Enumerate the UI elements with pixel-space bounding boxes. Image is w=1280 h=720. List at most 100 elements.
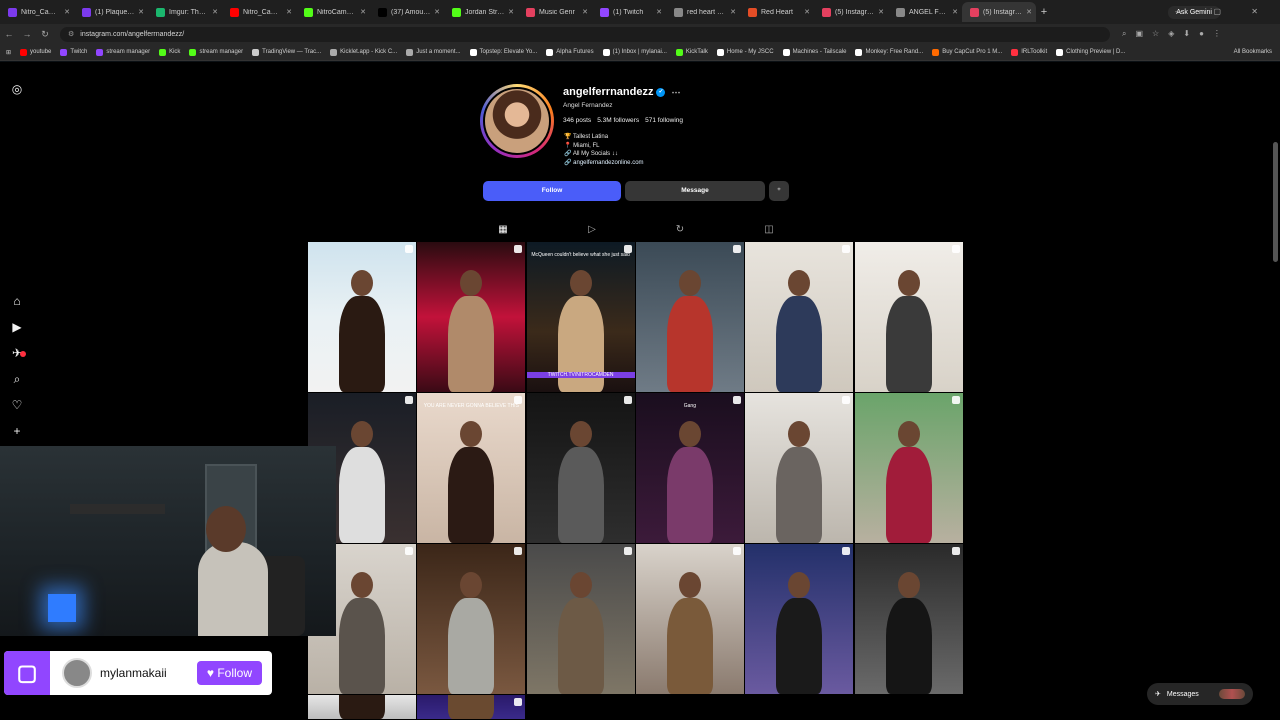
post-thumbnail[interactable] <box>745 393 854 543</box>
post-thumbnail[interactable] <box>635 242 744 392</box>
browser-tab[interactable]: Red Heart ✕ <box>740 2 814 22</box>
bookmark-item[interactable]: Kick <box>159 48 180 56</box>
page-scrollbar[interactable] <box>1273 142 1278 262</box>
downloads-icon[interactable]: ⬇ <box>1183 29 1190 39</box>
post-thumbnail[interactable] <box>635 544 744 694</box>
browser-tab[interactable]: Nitro_Camden✕ <box>222 2 296 22</box>
home-icon[interactable]: ⌂ <box>10 294 24 308</box>
instagram-logo-icon[interactable]: ◎ <box>10 82 24 96</box>
bookmark-item[interactable]: Alpha Futures <box>546 48 594 56</box>
post-thumbnail[interactable]: Gang <box>635 393 744 543</box>
post-thumbnail[interactable] <box>526 393 635 543</box>
bio-link-text[interactable]: angelfernandezonline.com <box>573 160 643 166</box>
post-thumbnail[interactable] <box>308 695 416 719</box>
post-thumbnail[interactable] <box>417 695 526 719</box>
messages-nav-icon[interactable]: ✈ <box>10 346 26 360</box>
url-field[interactable]: ⚙ instagram.com/angelferrnandezz/ <box>60 26 1110 42</box>
bookmark-item[interactable]: Machines - Tailscale <box>782 48 846 56</box>
browser-tab[interactable]: Music Genr ✕ <box>518 2 592 22</box>
all-bookmarks-button[interactable]: All Bookmarks <box>1234 49 1272 55</box>
tab-posts-grid-icon[interactable]: ▦ <box>495 224 511 240</box>
more-options-icon[interactable]: ⋯ <box>671 87 680 97</box>
bookmark-item[interactable]: stream manager <box>189 48 243 56</box>
tab-close-icon[interactable]: ✕ <box>286 8 292 16</box>
followers-count[interactable]: 5.3M followers <box>597 117 639 124</box>
tab-reels-icon[interactable]: ▷ <box>584 224 600 240</box>
post-thumbnail[interactable] <box>745 242 854 392</box>
tab-close-icon[interactable]: ✕ <box>656 8 662 16</box>
bookmark-item[interactable]: Home - My JSCC <box>716 48 774 56</box>
browser-tab[interactable]: red heart copy✕ <box>666 2 740 22</box>
extension-icon[interactable]: ▣ <box>1135 29 1143 39</box>
site-info-icon[interactable]: ⚙ <box>68 30 74 38</box>
profile-avatar-icon[interactable]: ● <box>1199 29 1204 39</box>
menu-icon[interactable]: ⋮ <box>1213 29 1221 39</box>
reload-icon[interactable]: ↻ <box>36 29 54 40</box>
bookmark-item[interactable]: IRLToolkit <box>1011 48 1047 56</box>
browser-tab[interactable]: (1) Twitch ✕ <box>592 2 666 22</box>
bio-link[interactable]: 🔗 angelfernandezonline.com <box>564 159 644 168</box>
post-thumbnail[interactable] <box>308 242 416 392</box>
bookmark-item[interactable]: Kicklet.app - Kick C... <box>330 48 397 56</box>
back-icon[interactable]: ← <box>0 29 18 39</box>
following-count[interactable]: 571 following <box>645 117 683 124</box>
tab-close-icon[interactable]: ✕ <box>212 8 218 16</box>
post-thumbnail[interactable] <box>854 544 963 694</box>
post-thumbnail[interactable] <box>417 544 526 694</box>
tab-close-icon[interactable]: ✕ <box>508 8 514 16</box>
bookmark-item[interactable]: Just a moment... <box>406 48 461 56</box>
search-icon[interactable]: ⌕ <box>10 372 24 386</box>
window-controls[interactable]: — ▢ ✕ <box>1175 7 1272 16</box>
post-thumbnail[interactable] <box>526 544 635 694</box>
post-thumbnail[interactable] <box>854 393 963 543</box>
reels-icon[interactable]: ▶ <box>10 320 24 334</box>
bookmark-item[interactable]: Buy CapCut Pro 1 M... <box>932 48 1002 56</box>
forward-icon[interactable]: → <box>18 29 36 39</box>
add-person-icon[interactable]: ⁺ <box>769 181 789 201</box>
bookmark-item[interactable]: Topstep: Elevate Yo... <box>469 48 537 56</box>
browser-tab[interactable]: Jordan Stream✕ <box>444 2 518 22</box>
post-thumbnail[interactable] <box>417 242 526 392</box>
follow-button[interactable]: Follow <box>483 181 621 201</box>
new-tab-button[interactable]: + <box>1036 6 1052 18</box>
zoom-icon[interactable]: ⌕ <box>1122 29 1126 39</box>
bookmark-item[interactable]: youtube <box>20 48 51 56</box>
browser-tab[interactable]: (1) PlaqueBoyM✕ <box>74 2 148 22</box>
bookmark-item[interactable]: (1) Inbox | mylanai... <box>602 48 667 56</box>
tab-close-icon[interactable]: ✕ <box>434 8 440 16</box>
browser-tab[interactable]: Nitro_Camden's✕ <box>0 2 74 22</box>
tab-close-icon[interactable]: ✕ <box>582 8 588 16</box>
twitch-follow-button[interactable]: ♥ Follow <box>196 661 262 685</box>
bookmark-star-icon[interactable]: ☆ <box>1152 29 1159 39</box>
extensions-puzzle-icon[interactable]: ◈ <box>1168 29 1174 39</box>
bookmark-item[interactable]: Clothing Preview | D... <box>1056 48 1125 56</box>
post-thumbnail[interactable] <box>745 544 854 694</box>
browser-tab[interactable]: NitroCamden V✕ <box>296 2 370 22</box>
tab-close-icon[interactable]: ✕ <box>360 8 366 16</box>
messages-drawer[interactable]: ✈ Messages <box>1147 683 1253 705</box>
bookmark-item[interactable]: KickTalk <box>675 48 708 56</box>
bookmark-item[interactable]: Twitch <box>60 48 87 56</box>
browser-tab[interactable]: (5) Instagram ✕ <box>962 2 1036 22</box>
post-thumbnail[interactable]: McQueen couldn't believe what she just s… <box>526 242 635 392</box>
tab-close-icon[interactable]: ✕ <box>878 8 884 16</box>
bookmark-item[interactable]: stream manager <box>96 48 150 56</box>
bookmark-item[interactable]: Monkey: Free Rand... <box>855 48 923 56</box>
tab-tagged-icon[interactable]: ◫ <box>761 224 777 240</box>
tab-close-icon[interactable]: ✕ <box>138 8 144 16</box>
browser-tab[interactable]: (5) Instagram ✕ <box>814 2 888 22</box>
browser-tab[interactable]: (37) Amouxnro✕ <box>370 2 444 22</box>
message-button[interactable]: Message <box>625 181 765 201</box>
tab-close-icon[interactable]: ✕ <box>1026 8 1032 16</box>
browser-tab[interactable]: ANGEL FERNAN✕ <box>888 2 962 22</box>
post-thumbnail[interactable]: YOU ARE NEVER GONNA BELIEVE THIS <box>417 393 526 543</box>
notifications-heart-icon[interactable]: ♡ <box>10 398 24 412</box>
tab-reposts-icon[interactable]: ↻ <box>672 224 688 240</box>
tab-close-icon[interactable]: ✕ <box>64 8 70 16</box>
create-plus-icon[interactable]: + <box>10 424 24 438</box>
bookmark-item[interactable]: TradingView — Trac... <box>252 48 321 56</box>
post-thumbnail[interactable] <box>854 242 963 392</box>
tab-close-icon[interactable]: ✕ <box>952 8 958 16</box>
tab-close-icon[interactable]: ✕ <box>730 8 736 16</box>
profile-avatar[interactable] <box>480 84 554 158</box>
